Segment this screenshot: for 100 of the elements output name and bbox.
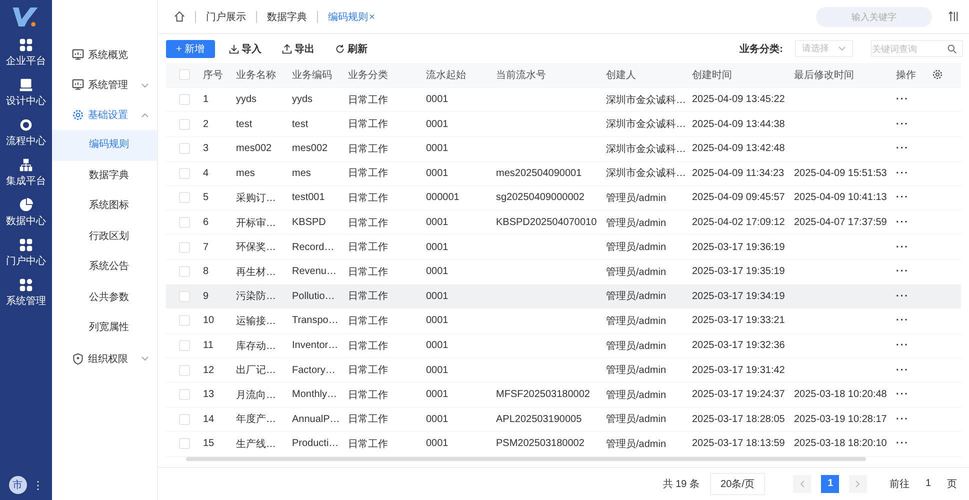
sidebar-item[interactable]: 系统管理: [52, 70, 157, 100]
more-actions-button[interactable]: ···: [896, 438, 926, 450]
table-row[interactable]: 3 mes002 mes002 日常工作 0001 深圳市金众诚科… 2025-04-09 13:42:48 ···: [166, 136, 961, 162]
table-cell-text: 0001: [426, 315, 450, 326]
grid-icon: [19, 238, 33, 252]
checkbox[interactable]: [179, 290, 190, 302]
keyword-field[interactable]: 关键词查询: [871, 40, 963, 58]
table-row[interactable]: 2 test test 日常工作 0001 深圳市金众诚科… 2025-04-09 13:44:38 ···: [166, 112, 961, 137]
more-actions-button[interactable]: ···: [896, 217, 926, 228]
grid-icon: [19, 278, 33, 292]
scrollbar[interactable]: [186, 456, 866, 461]
more-actions-button[interactable]: ···: [896, 340, 926, 352]
table-row[interactable]: 5 采购订… test001 日常工作 000001 sg20250409000002 管理员/admin 2025-04-09 09:45:57 2025-04-09 10:41:13 ···: [166, 186, 961, 211]
checkbox[interactable]: [179, 315, 190, 326]
more-actions-button[interactable]: ···: [896, 266, 926, 278]
checkbox[interactable]: [179, 94, 190, 106]
checkbox[interactable]: [179, 414, 190, 425]
table-cell-text: 2025-03-18 10:20:48: [794, 389, 888, 400]
more-actions-button[interactable]: ···: [896, 168, 926, 179]
avatar[interactable]: 市: [8, 476, 26, 494]
table-row[interactable]: 7 环保奖… Record… 日常工作 0001 管理员/admin 2025-03-17 19:36:19 ···: [166, 235, 961, 260]
table-row[interactable]: 11 库存动… Inventor… 日常工作 0001 管理员/admin 2025-03-17 19:32:36 ···: [166, 334, 961, 358]
checkbox[interactable]: [179, 143, 190, 154]
more-actions-button[interactable]: ···: [896, 290, 926, 302]
more-actions-button[interactable]: ···: [896, 315, 926, 326]
page-input[interactable]: 1: [919, 476, 937, 492]
more-actions-button[interactable]: ···: [896, 192, 926, 204]
table-cell-text: 日常工作: [348, 240, 389, 254]
sidebar-subitem[interactable]: 行政区划: [52, 222, 157, 252]
export-button[interactable]: 导出: [276, 42, 321, 56]
previous-page-button[interactable]: [793, 474, 812, 493]
sidebar-subitem[interactable]: 编码规则: [52, 130, 157, 160]
column-header: 流水起始: [426, 68, 467, 82]
table-cell-text: 14: [203, 414, 216, 425]
sidebar-item[interactable]: 系统概览: [52, 40, 157, 70]
tab[interactable]: 门户展示: [206, 10, 246, 24]
table-cell-text: 0001: [426, 266, 450, 278]
table-cell-text: 2025-03-19 10:28:17: [794, 414, 888, 425]
table-row[interactable]: 14 年度产… AnnualP… 日常工作 0001 APL202503190005 管理员/admin 2025-03-17 18:28:05 2025-03-19 10:28:17 ···: [166, 408, 961, 432]
table-cell-text: Monthly…: [292, 389, 338, 400]
refresh-button[interactable]: 刷新: [328, 42, 374, 56]
sidebar-subitem[interactable]: 系统图标: [52, 191, 157, 222]
table-row[interactable]: 9 污染防… Pollutio… 日常工作 0001 管理员/admin 2025-03-17 19:34:19 ···: [166, 284, 961, 310]
checkbox[interactable]: [179, 364, 190, 376]
more-actions-button[interactable]: ···: [896, 242, 926, 253]
checkbox[interactable]: [179, 438, 190, 450]
sidebar-subitem[interactable]: 公共参数: [52, 282, 157, 313]
more-actions-button[interactable]: ···: [896, 118, 926, 130]
page-button[interactable]: 1: [821, 474, 840, 493]
table-cell-text: 2025-03-17 19:36:19: [692, 242, 786, 253]
table-row[interactable]: 12 出厂记… Factory… 日常工作 0001 管理员/admin 2025-03-17 19:31:42 ···: [166, 358, 961, 383]
more-actions-button[interactable]: ···: [896, 389, 926, 400]
next-page-button[interactable]: [849, 474, 868, 493]
more-actions-button[interactable]: ···: [896, 94, 926, 106]
table-row[interactable]: 10 运输接… Transpo… 日常工作 0001 管理员/admin 2025-03-17 19:33:21 ···: [166, 309, 961, 334]
search-field[interactable]: 输入关键字: [816, 6, 932, 27]
rail-item[interactable]: 集成平台: [6, 158, 46, 188]
gear-icon: [72, 109, 84, 121]
table-row[interactable]: 6 开标审… KBSPD 日常工作 0001 KBSPD202504070010 管理员/admin 2025-04-02 17:09:12 2025-04-07 17:37:59 ···: [166, 210, 961, 236]
checkbox[interactable]: [179, 192, 190, 204]
tab[interactable]: 编码规则×: [328, 10, 375, 24]
table-cell-text: 日常工作: [348, 388, 389, 402]
checkbox[interactable]: [179, 168, 190, 179]
table-row[interactable]: 4 mes mes 日常工作 0001 mes202504090001 深圳市金众诚科… 2025-04-09 11:34:23 2025-04-09 15:51:53 ···: [166, 162, 961, 186]
checkbox[interactable]: [179, 118, 190, 130]
more-actions-button[interactable]: ···: [896, 414, 926, 425]
more-actions-button[interactable]: ···: [896, 364, 926, 376]
sidebar-item[interactable]: 基础设置: [52, 100, 157, 130]
settings-icon[interactable]: [932, 69, 943, 80]
table-cell-text: 2025-03-17 19:35:19: [692, 266, 786, 278]
checkbox[interactable]: [179, 217, 190, 228]
rail-item[interactable]: 企业平台: [6, 38, 46, 68]
checkbox[interactable]: [179, 69, 190, 80]
column-header: 最后修改时间: [794, 68, 855, 82]
table-row[interactable]: 1 yyds yyds 日常工作 0001 深圳市金众诚科… 2025-04-09 13:45:22 ···: [166, 88, 961, 112]
import-button[interactable]: 导入: [222, 42, 268, 56]
table-row[interactable]: 13 月流向… Monthly… 日常工作 0001 MFSF202503180002 管理员/admin 2025-03-17 19:24:37 2025-03-18 10:20:48 ···: [166, 382, 961, 408]
table-cell-text: 0001: [426, 118, 450, 130]
home-icon[interactable]: [174, 11, 185, 22]
checkbox[interactable]: [179, 266, 190, 278]
checkbox[interactable]: [179, 242, 190, 253]
add-button[interactable]: + 新增: [166, 40, 215, 58]
tab[interactable]: 数据字典: [267, 10, 307, 24]
rail-item[interactable]: 设计中心: [6, 78, 46, 108]
rail-item[interactable]: 门户中心: [6, 238, 46, 268]
rail-item[interactable]: 流程中心: [6, 118, 46, 148]
sidebar-subitem[interactable]: 系统公告: [52, 252, 157, 282]
sidebar-item[interactable]: 组织权限: [52, 344, 157, 374]
sidebar-subitem[interactable]: 列宽属性: [52, 313, 157, 344]
sidebar-subitem[interactable]: 数据字典: [52, 160, 157, 191]
table-cell-text: sg20250409000002: [496, 192, 586, 204]
column-header: 业务编码: [292, 68, 333, 82]
rail-item[interactable]: 系统管理: [6, 278, 46, 308]
sort-icon[interactable]: [948, 11, 959, 22]
more-actions-button[interactable]: ···: [896, 143, 926, 154]
checkbox[interactable]: [179, 389, 190, 400]
rail-item[interactable]: 数据中心: [6, 198, 46, 228]
checkbox[interactable]: [179, 340, 190, 352]
more-button[interactable]: ⋮: [32, 478, 44, 492]
page-size-select[interactable]: 20条/页: [710, 472, 766, 495]
